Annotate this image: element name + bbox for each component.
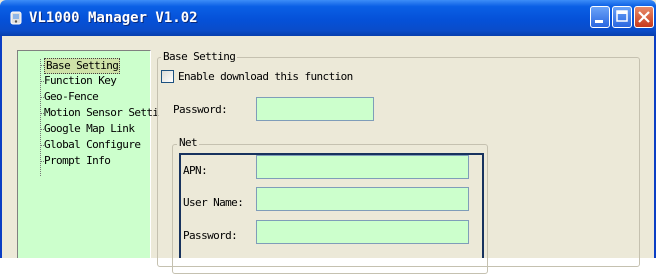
app-window: VL1000 Manager V1.02 Base Setting Functi… xyxy=(0,0,656,274)
title-bar[interactable]: VL1000 Manager V1.02 xyxy=(0,0,656,36)
tree-item-base-setting[interactable]: Base Setting xyxy=(44,58,121,74)
apn-field[interactable] xyxy=(256,155,469,179)
tree-item-motion-sensor[interactable]: Motion Sensor Setti xyxy=(44,106,159,120)
password-field[interactable] xyxy=(256,97,374,121)
maximize-button[interactable] xyxy=(612,6,632,28)
close-button[interactable] xyxy=(634,6,654,28)
close-icon xyxy=(638,11,650,23)
tree-item-global-configure[interactable]: Global Configure xyxy=(44,138,141,152)
net-password-label: Password: xyxy=(183,229,238,242)
minimize-icon xyxy=(595,20,603,23)
window-title: VL1000 Manager V1.02 xyxy=(29,10,198,26)
window-frame-left xyxy=(0,36,2,258)
base-setting-group-title: Base Setting xyxy=(161,50,238,63)
settings-tree[interactable]: Base Setting Function Key Geo-Fence Moti… xyxy=(17,50,159,258)
enable-download-checkbox[interactable] xyxy=(161,70,174,83)
password-label: Password: xyxy=(173,103,228,116)
maximize-icon xyxy=(616,10,628,22)
minimize-button[interactable] xyxy=(590,6,610,28)
tree-item-function-key[interactable]: Function Key xyxy=(44,74,117,88)
net-group-title: Net xyxy=(177,136,200,149)
tree-item-geo-fence[interactable]: Geo-Fence xyxy=(44,90,99,104)
app-logo-icon xyxy=(10,11,22,25)
user-name-label: User Name: xyxy=(183,196,244,209)
tree-item-prompt-info[interactable]: Prompt Info xyxy=(44,154,111,168)
enable-download-label: Enable download this function xyxy=(178,70,353,83)
net-password-field[interactable] xyxy=(256,220,469,244)
tree-item-google-map-link[interactable]: Google Map Link xyxy=(44,122,135,136)
tree-connector xyxy=(40,59,41,176)
apn-label: APN: xyxy=(183,164,208,177)
user-name-field[interactable] xyxy=(256,187,469,211)
